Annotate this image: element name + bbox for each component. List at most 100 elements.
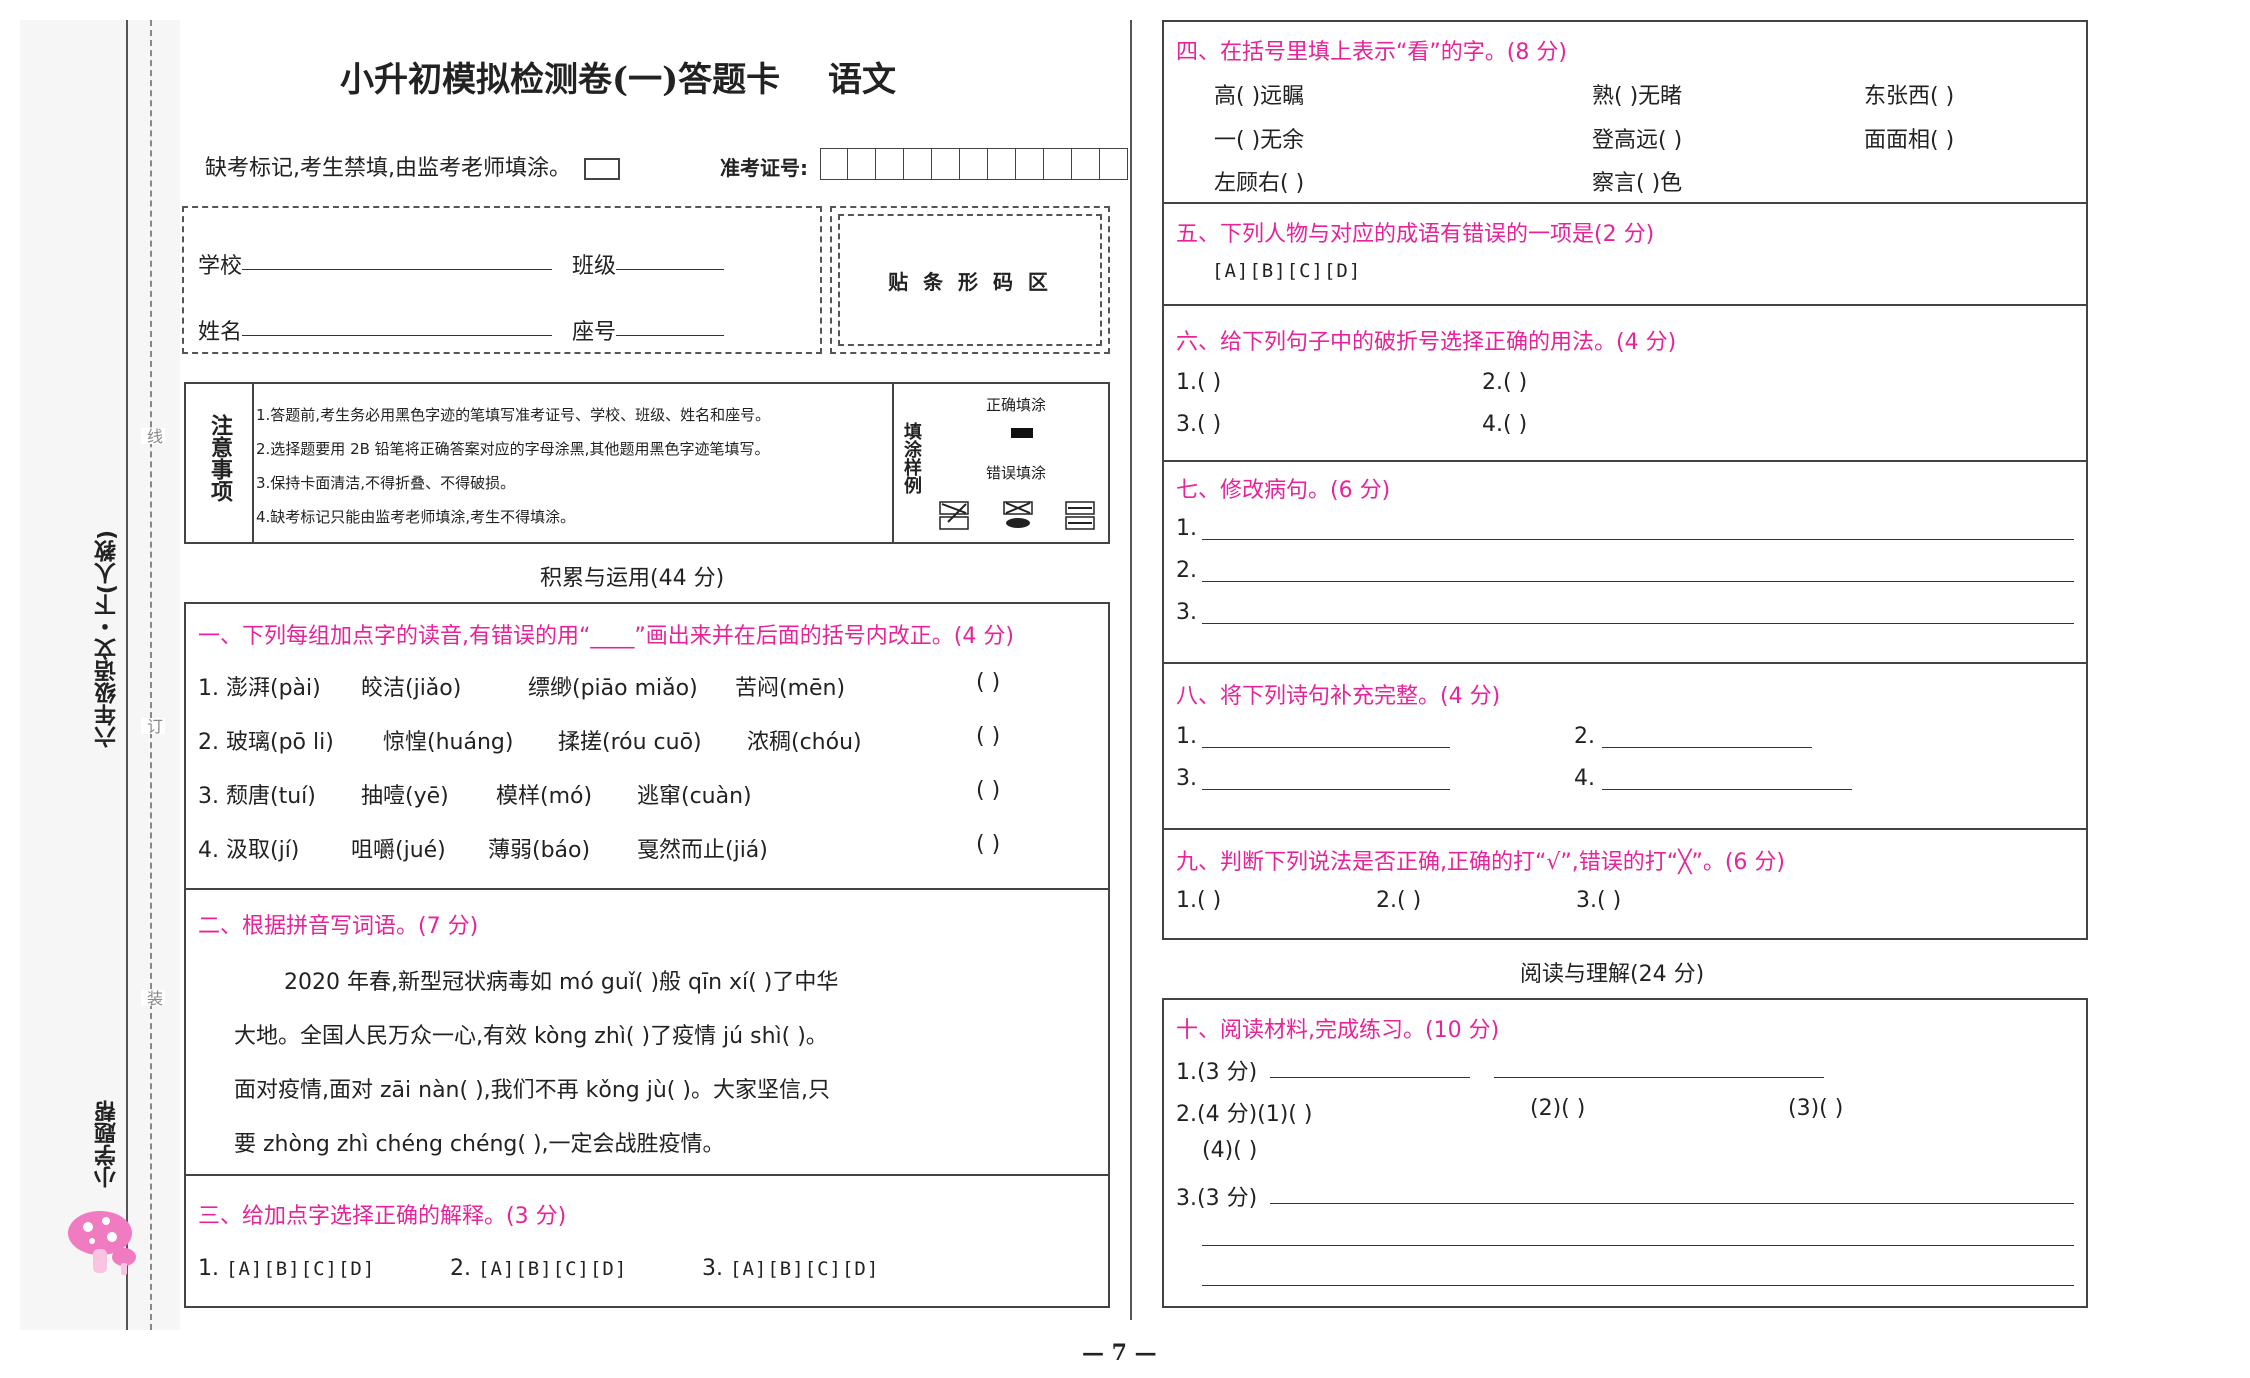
seat-field[interactable] (616, 334, 724, 336)
binding-line-2 (150, 20, 152, 1330)
spine-grade-label: 六年级语文・下(人教) (95, 530, 120, 749)
q5-options[interactable]: [A][B][C][D] (1212, 260, 1361, 282)
class-field[interactable] (616, 268, 724, 270)
q10-line-3[interactable]: (4)( ) (1202, 1138, 1257, 1163)
q7-num-1: 1. (1176, 516, 1197, 541)
q8-num-3: 3. (1176, 766, 1197, 791)
q4-item-1[interactable]: 高( )远瞩 (1214, 78, 1304, 110)
school-label: 学校 (198, 254, 243, 279)
q10-line-1b[interactable] (1494, 1076, 1824, 1078)
q7-section: 七、修改病句。(6 分) 1. 2. 3. (1164, 460, 2086, 662)
q10-line-4b[interactable] (1202, 1244, 2074, 1246)
q10-line-4a[interactable] (1270, 1202, 2074, 1204)
q8-num-4: 4. (1574, 766, 1595, 791)
q10-line-1a[interactable] (1270, 1076, 1470, 1078)
q9-section: 九、判断下列说法是否正确,正确的打“√”,错误的打“╳”。(6 分) 1.( )… (1164, 828, 2086, 938)
wrong-fill-examples-icon (939, 501, 1095, 530)
q4-item-7[interactable]: 左顾右( ) (1214, 165, 1304, 197)
binding-mark-zhuang: 装 (141, 990, 165, 1006)
absent-mark-text: 缺考标记,考生禁填,由监考老师填涂。 (205, 156, 571, 181)
subject-text: 语文 (828, 60, 897, 100)
q10-line-2b[interactable]: (2)( ) (1530, 1096, 1585, 1121)
q5-title: 五、下列人物与对应的成语有错误的一项是(2 分) (1176, 222, 1655, 247)
notes-divider (252, 384, 254, 542)
q6-item-4[interactable]: 4.( ) (1482, 412, 1527, 437)
q5-section: 五、下列人物与对应的成语有错误的一项是(2 分) [A][B][C][D] (1164, 202, 2086, 304)
page-number: — 7 — (1082, 1340, 1157, 1366)
q10-line-4-label: 3.(3 分) (1176, 1186, 1258, 1211)
q8-num-2: 2. (1574, 724, 1595, 749)
q7-line-1[interactable] (1202, 538, 2074, 540)
q2-section: 二、根据拼音写词语。(7 分) 2020 年春,新型冠状病毒如 mó guǐ( … (186, 888, 1108, 1174)
q1-paren-4[interactable]: ( ) (976, 832, 1000, 857)
q6-item-3[interactable]: 3.( ) (1176, 412, 1221, 437)
q3-section: 三、给加点字选择正确的解释。(3 分) 1. [A][B][C][D] 2. [… (186, 1174, 1108, 1306)
binding-mark-ding: 订 (141, 718, 165, 734)
q4-title: 四、在括号里填上表示“看”的字。(8 分) (1176, 40, 1567, 65)
q4-item-6[interactable]: 面面相( ) (1864, 122, 1954, 154)
fill-example-divider (892, 384, 894, 542)
notes-item-1: 1.答题前,考生务必用黑色字迹的笔填写准考证号、学校、班级、姓名和座号。 (256, 406, 771, 424)
q6-item-1[interactable]: 1.( ) (1176, 370, 1221, 395)
q10-title: 十、阅读材料,完成练习。(10 分) (1176, 1018, 1500, 1043)
q1-paren-1[interactable]: ( ) (976, 670, 1000, 695)
q9-item-3[interactable]: 3.( ) (1576, 888, 1621, 913)
q10-line-2[interactable]: 2.(4 分)(1)( ) (1176, 1096, 1312, 1128)
q3-item-3[interactable]: 3. [A][B][C][D] (702, 1256, 879, 1281)
q4-item-4[interactable]: 一( )无余 (1214, 122, 1304, 154)
q3-item-1[interactable]: 1. [A][B][C][D] (198, 1256, 375, 1281)
q4-item-3[interactable]: 东张西( ) (1864, 78, 1954, 110)
q8-line-2[interactable] (1602, 746, 1812, 748)
q2-line-3: 面对疫情,面对 zāi nàn( ),我们不再 kǒng jù( )。大家坚信,… (234, 1078, 830, 1103)
fill-example-label: 填涂样例 (901, 422, 922, 494)
q4-item-2[interactable]: 熟( )无睹 (1592, 78, 1682, 110)
q9-item-1[interactable]: 1.( ) (1176, 888, 1221, 913)
q8-line-1[interactable] (1202, 746, 1450, 748)
q8-line-3[interactable] (1202, 788, 1450, 790)
binding-line-1 (126, 20, 128, 1330)
q4-section: 四、在括号里填上表示“看”的字。(8 分) 高( )远瞩 熟( )无睹 东张西(… (1164, 22, 2086, 202)
q8-line-4[interactable] (1602, 788, 1852, 790)
barcode-area: 贴 条 形 码 区 (830, 206, 1110, 354)
q10-line-2c[interactable]: (3)( ) (1788, 1096, 1843, 1121)
barcode-label: 贴 条 形 码 区 (888, 269, 1052, 294)
notes-item-3: 3.保持卡面清洁,不得折叠、不得破损。 (256, 474, 516, 492)
q6-item-2[interactable]: 2.( ) (1482, 370, 1527, 395)
mushroom-logo-icon (68, 1211, 136, 1275)
q1-row-4: 4. 汲取(jí) 咀嚼(jué) 薄弱(báo) 戛然而止(jiá) (198, 838, 768, 863)
exam-number-label: 准考证号: (720, 156, 808, 180)
name-label: 姓名 (198, 320, 243, 345)
student-info-box: 学校 班级 姓名 座号 (182, 206, 822, 354)
q2-line-2: 大地。全国人民万众一心,有效 kòng zhì( )了疫情 jú shì( )。 (234, 1024, 828, 1049)
q7-line-3[interactable] (1202, 622, 2074, 624)
exam-number-boxes[interactable] (820, 148, 1128, 180)
center-divider (1130, 20, 1132, 1320)
q7-line-2[interactable] (1202, 580, 2074, 582)
q1-paren-3[interactable]: ( ) (976, 778, 1000, 803)
q9-title: 九、判断下列说法是否正确,正确的打“√”,错误的打“╳”。(6 分) (1176, 850, 1785, 875)
right-answer-box-top: 四、在括号里填上表示“看”的字。(8 分) 高( )远瞩 熟( )无睹 东张西(… (1162, 20, 2088, 940)
q1-paren-2[interactable]: ( ) (976, 724, 1000, 749)
school-field[interactable] (242, 268, 552, 270)
left-answer-box: 一、下列每组加点字的读音,有错误的用“____”画出来并在后面的括号内改正。(4… (184, 602, 1110, 1308)
notes-item-2: 2.选择题要用 2B 铅笔将正确答案对应的字母涂黑,其他题用黑色字迹笔填写。 (256, 440, 770, 458)
q8-title: 八、将下列诗句补充完整。(4 分) (1176, 684, 1501, 709)
q1-row-3: 3. 颓唐(tuí) 抽噎(yē) 模样(mó) 逃窜(cuàn) (198, 784, 752, 809)
q4-item-5[interactable]: 登高远( ) (1592, 122, 1682, 154)
q7-num-3: 3. (1176, 600, 1197, 625)
absent-mark-box[interactable] (584, 158, 620, 180)
q1-title: 一、下列每组加点字的读音,有错误的用“____”画出来并在后面的括号内改正。(4… (198, 624, 1014, 649)
absent-mark-row: 缺考标记,考生禁填,由监考老师填涂。 (205, 150, 620, 182)
q2-title: 二、根据拼音写词语。(7 分) (198, 914, 479, 939)
name-field[interactable] (242, 334, 552, 336)
binding-mark-xian: 线 (141, 428, 165, 444)
q4-item-8[interactable]: 察言( )色 (1592, 165, 1682, 197)
q3-item-2[interactable]: 2. [A][B][C][D] (450, 1256, 627, 1281)
q2-line-1: 2020 年春,新型冠状病毒如 mó guǐ( )般 qīn xí( )了中华 (284, 970, 839, 995)
q9-item-2[interactable]: 2.( ) (1376, 888, 1421, 913)
title-text: 小升初模拟检测卷(一)答题卡 (340, 60, 781, 100)
q1-section: 一、下列每组加点字的读音,有错误的用“____”画出来并在后面的括号内改正。(4… (186, 604, 1108, 888)
q6-section: 六、给下列句子中的破折号选择正确的用法。(4 分) 1.( ) 2.( ) 3.… (1164, 304, 2086, 460)
spine-brand-label: 小学题帮 (95, 1100, 120, 1188)
q10-line-4c[interactable] (1202, 1284, 2074, 1286)
